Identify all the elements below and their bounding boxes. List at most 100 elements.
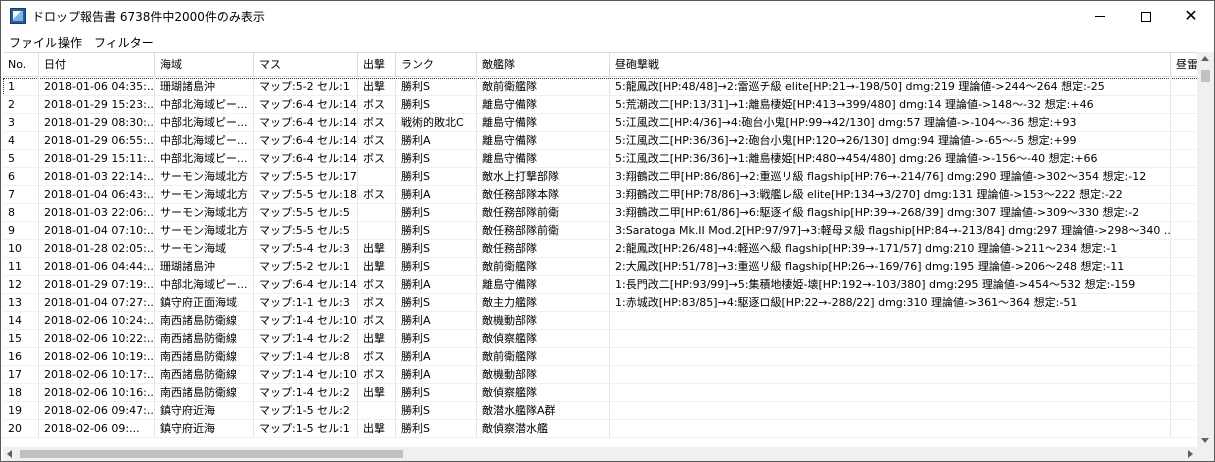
cell-no: 20 (3, 420, 39, 438)
cell-day-shelling (610, 384, 1171, 402)
cell-date: 2018-02-06 10:19:... (39, 348, 155, 366)
cell-rank: 勝利S (396, 204, 477, 222)
table-row[interactable]: 4 2018-01-29 06:55:... 中部北海域ピー... マップ:6-4 セ… (3, 132, 1213, 150)
table-row[interactable]: 5 2018-01-29 15:11:... 中部北海域ピー... マップ:6-4 セ… (3, 150, 1213, 168)
cell-sortie (358, 204, 396, 222)
table-row[interactable]: 10 2018-01-28 02:05:... サーモン海域 マップ:5-4 セル:3… (3, 240, 1213, 258)
cell-date: 2018-01-06 04:44:... (39, 258, 155, 276)
scroll-right-icon[interactable] (1188, 450, 1193, 458)
cell-map-cell: マップ:1-5 セル:2 (254, 402, 358, 420)
cell-date: 2018-01-29 07:19:... (39, 276, 155, 294)
cell-enemy-fleet: 敵任務部隊 (477, 240, 610, 258)
column-header-date[interactable]: 日付 (39, 53, 155, 77)
cell-enemy-fleet: 敵偵察艦隊 (477, 384, 610, 402)
cell-no: 11 (3, 258, 39, 276)
menu-filter[interactable]: フィルター (94, 34, 154, 51)
table-row[interactable]: 12 2018-01-29 07:19:... 中部北海域ピー... マップ:6-4 … (3, 276, 1213, 294)
scroll-down-icon[interactable] (1201, 438, 1209, 443)
table-row[interactable]: 16 2018-02-06 10:19:... 南西諸島防衛線 マップ:1-4 セル:… (3, 348, 1213, 366)
cell-rank: 勝利S (396, 330, 477, 348)
cell-rank: 勝利S (396, 96, 477, 114)
menu-operation[interactable]: 操作 (58, 34, 82, 51)
cell-enemy-fleet: 離島守備隊 (477, 96, 610, 114)
table-row[interactable]: 13 2018-01-04 07:27:... 鎮守府正面海域 マップ:1-1 セル:… (3, 294, 1213, 312)
cell-map-cell: マップ:5-2 セル:1 (254, 258, 358, 276)
cell-day-shelling (610, 420, 1171, 438)
cell-date: 2018-01-29 06:55:... (39, 132, 155, 150)
cell-area: 中部北海域ピー... (155, 96, 254, 114)
cell-area: 珊瑚諸島沖 (155, 78, 254, 96)
cell-enemy-fleet: 敵主力艦隊 (477, 294, 610, 312)
cell-sortie: ボス (358, 150, 396, 168)
table-row[interactable]: 7 2018-01-04 06:43:... サーモン海域北方 マップ:5-5 セル:… (3, 186, 1213, 204)
column-header-sortie[interactable]: 出撃 (358, 53, 396, 77)
table-row[interactable]: 2 2018-01-29 15:23:... 中部北海域ピー... マップ:6-4 セ… (3, 96, 1213, 114)
table-row[interactable]: 14 2018-02-06 10:24:... 南西諸島防衛線 マップ:1-4 セル:… (3, 312, 1213, 330)
table-row[interactable]: 20 2018-02-06 09:... 鎮守府近海 マップ:1-5 セル:1 出撃 勝利… (3, 420, 1213, 438)
cell-no: 8 (3, 204, 39, 222)
drop-report-table[interactable]: No. 日付 海域 マス 出撃 ランク 敵艦隊 昼砲撃戦 昼雷 1 2018-01… (3, 52, 1213, 447)
table-row[interactable]: 17 2018-02-06 10:17:... 南西諸島防衛線 マップ:1-4 セル:… (3, 366, 1213, 384)
cell-sortie: 出撃 (358, 384, 396, 402)
table-row[interactable]: 6 2018-01-03 22:14:... サーモン海域北方 マップ:5-5 セル:… (3, 168, 1213, 186)
vertical-scroll-thumb[interactable] (1201, 70, 1210, 82)
cell-rank: 勝利A (396, 132, 477, 150)
cell-no: 9 (3, 222, 39, 240)
cell-date: 2018-01-04 06:43:... (39, 186, 155, 204)
cell-day-shelling (610, 366, 1171, 384)
cell-rank: 勝利A (396, 312, 477, 330)
cell-day-shelling: 2:大鳳改[HP:51/78]→3:重巡リ級 flagship[HP:26→-1… (610, 258, 1171, 276)
cell-area: 珊瑚諸島沖 (155, 258, 254, 276)
column-header-rank[interactable]: ランク (396, 53, 477, 77)
cell-sortie: ボス (358, 366, 396, 384)
maximize-button[interactable] (1123, 1, 1169, 31)
cell-sortie: ボス (358, 312, 396, 330)
table-row[interactable]: 18 2018-02-06 10:16:... 南西諸島防衛線 マップ:1-4 セル:… (3, 384, 1213, 402)
horizontal-scroll-thumb[interactable] (20, 450, 403, 458)
horizontal-scrollbar[interactable] (3, 447, 1197, 461)
scroll-up-icon[interactable] (1201, 56, 1209, 61)
cell-sortie: ボス (358, 186, 396, 204)
cell-area: サーモン海域 (155, 240, 254, 258)
table-row[interactable]: 19 2018-02-06 09:47:... 鎮守府近海 マップ:1-5 セル:2 勝… (3, 402, 1213, 420)
cell-day-shelling: 5:江風改二[HP:36/36]→2:砲台小鬼[HP:120→26/130] d… (610, 132, 1171, 150)
cell-date: 2018-01-06 04:35:... (39, 78, 155, 96)
cell-day-shelling (610, 348, 1171, 366)
table-row[interactable]: 15 2018-02-06 10:22:... 南西諸島防衛線 マップ:1-4 セル:… (3, 330, 1213, 348)
column-header-cell[interactable]: マス (254, 53, 358, 77)
menu-file[interactable]: ファイル (9, 34, 57, 51)
cell-no: 6 (3, 168, 39, 186)
table-row[interactable]: 1 2018-01-06 04:35:... 珊瑚諸島沖 マップ:5-2 セル:1 出撃… (3, 78, 1213, 96)
column-header-day-shelling[interactable]: 昼砲撃戦 (610, 53, 1171, 77)
table-row[interactable]: 11 2018-01-06 04:44:... 珊瑚諸島沖 マップ:5-2 セル:1 出… (3, 258, 1213, 276)
cell-day-shelling: 5:江風改二[HP:4/36]→4:砲台小鬼[HP:99→42/130] dmg… (610, 114, 1171, 132)
cell-no: 15 (3, 330, 39, 348)
cell-sortie: ボス (358, 114, 396, 132)
cell-no: 1 (3, 78, 39, 96)
table-row[interactable]: 9 2018-01-04 07:10:... サーモン海域北方 マップ:5-5 セル:… (3, 222, 1213, 240)
cell-area: 中部北海域ピー... (155, 132, 254, 150)
table-row[interactable]: 3 2018-01-29 08:30:... 中部北海域ピー... マップ:6-4 セ… (3, 114, 1213, 132)
column-header-no[interactable]: No. (3, 53, 39, 77)
cell-map-cell: マップ:1-4 セル:2 (254, 384, 358, 402)
cell-map-cell: マップ:6-4 セル:14 (254, 150, 358, 168)
column-header-enemy-fleet[interactable]: 敵艦隊 (477, 53, 610, 77)
cell-date: 2018-02-06 10:22:... (39, 330, 155, 348)
vertical-scrollbar[interactable] (1197, 52, 1214, 447)
cell-date: 2018-01-29 08:30:... (39, 114, 155, 132)
close-icon: ✕ (1184, 6, 1198, 25)
table-row[interactable]: 8 2018-01-03 22:06:... サーモン海域北方 マップ:5-5 セル:… (3, 204, 1213, 222)
cell-sortie: ボス (358, 132, 396, 150)
title-bar[interactable]: ドロップ報告書 6738件中2000件のみ表示 ✕ (1, 1, 1214, 31)
column-header-area[interactable]: 海域 (155, 53, 254, 77)
cell-no: 14 (3, 312, 39, 330)
close-button[interactable]: ✕ (1168, 1, 1214, 31)
cell-day-shelling: 5:荒潮改二[HP:13/31]→1:離島棲姫[HP:413→399/480] … (610, 96, 1171, 114)
cell-map-cell: マップ:6-4 セル:14 (254, 132, 358, 150)
cell-day-shelling: 3:翔鶴改二甲[HP:61/86]→6:駆逐イ級 flagship[HP:39→… (610, 204, 1171, 222)
minimize-button[interactable] (1077, 1, 1123, 31)
cell-no: 7 (3, 186, 39, 204)
cell-sortie: 出撃 (358, 258, 396, 276)
cell-date: 2018-01-28 02:05:... (39, 240, 155, 258)
scroll-left-icon[interactable] (7, 450, 12, 458)
